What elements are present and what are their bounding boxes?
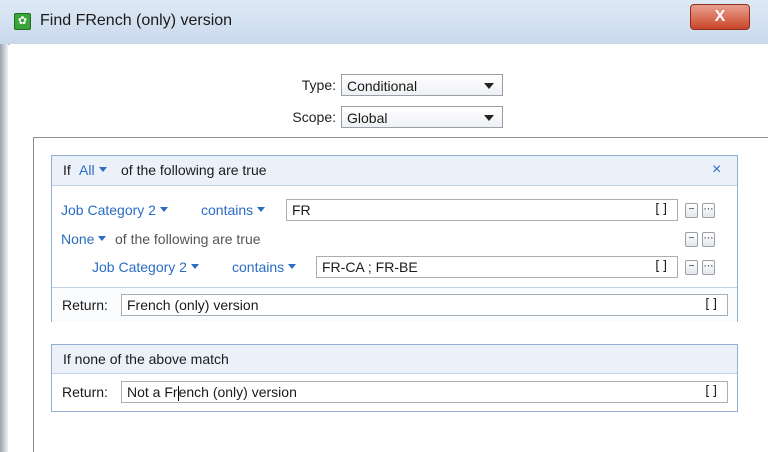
- return-value-text-after-caret: ench (only) version: [178, 384, 297, 400]
- return-label: Return:: [62, 297, 108, 313]
- rule-value-input[interactable]: FR []: [286, 199, 678, 221]
- type-select[interactable]: Conditional: [341, 74, 503, 96]
- return-value-text: French (only) version: [127, 297, 259, 313]
- field-value: Job Category 2: [92, 259, 187, 275]
- quantifier-dropdown[interactable]: All: [79, 162, 109, 178]
- scope-label: Scope:: [292, 109, 336, 125]
- operator-dropdown[interactable]: contains: [201, 202, 267, 218]
- expression-icon[interactable]: []: [653, 257, 669, 277]
- chevron-down-icon: [98, 166, 107, 172]
- chevron-down-icon: [190, 263, 199, 269]
- return-label: Return:: [62, 384, 108, 400]
- nested-group-header: None of the following are true − ⋯: [52, 226, 737, 250]
- title-bar: ✿ Find FRench (only) version X: [0, 0, 768, 45]
- type-select-value: Conditional: [347, 78, 418, 94]
- rule-value-input[interactable]: FR-CA ; FR-BE []: [316, 256, 678, 278]
- more-options-button[interactable]: ⋯: [702, 232, 715, 247]
- condition-header-suffix: of the following are true: [121, 162, 267, 178]
- rule-value-text: FR: [292, 202, 311, 218]
- gear-icon: ✿: [14, 13, 31, 30]
- fallback-return-input[interactable]: Not a French (only) version []: [121, 381, 728, 403]
- chevron-down-icon: [288, 263, 297, 269]
- field-dropdown[interactable]: Job Category 2: [61, 202, 170, 218]
- fallback-return-row: Return: Not a French (only) version []: [52, 374, 737, 411]
- nested-rule-row: Job Category 2 contains FR-CA ; FR-BE []…: [52, 253, 737, 278]
- return-value-text-before-caret: Not a Fr: [127, 384, 178, 400]
- more-options-button[interactable]: ⋯: [702, 260, 715, 275]
- nested-header-suffix: of the following are true: [115, 231, 261, 247]
- rule-row: Job Category 2 contains FR [] − ⋯: [52, 199, 737, 223]
- rule-value-text: FR-CA ; FR-BE: [322, 259, 418, 275]
- window-left-edge: [0, 44, 8, 452]
- condition-block: If All of the following are true × Job C…: [51, 155, 738, 322]
- chevron-down-icon: [484, 83, 494, 89]
- field-dropdown[interactable]: Job Category 2: [92, 259, 201, 275]
- fallback-header-text: If none of the above match: [63, 351, 229, 367]
- operator-value: contains: [232, 259, 285, 275]
- quantifier-value: All: [79, 162, 95, 178]
- more-options-button[interactable]: ⋯: [702, 203, 715, 218]
- close-button[interactable]: X: [690, 4, 750, 30]
- remove-group-button[interactable]: −: [685, 232, 698, 247]
- remove-block-button[interactable]: ×: [712, 161, 721, 179]
- remove-rule-button[interactable]: −: [685, 260, 698, 275]
- scope-select-value: Global: [347, 110, 388, 126]
- fallback-block: If none of the above match Return: Not a…: [51, 344, 738, 412]
- fallback-header: If none of the above match: [52, 345, 737, 374]
- return-value-input[interactable]: French (only) version []: [121, 294, 728, 316]
- remove-rule-button[interactable]: −: [685, 203, 698, 218]
- nested-quantifier-dropdown[interactable]: None: [61, 231, 108, 247]
- type-label: Type:: [301, 77, 336, 93]
- condition-header-prefix: If: [63, 162, 71, 178]
- nested-quantifier-value: None: [61, 231, 95, 247]
- window-title: Find FRench (only) version: [40, 12, 233, 29]
- chevron-down-icon: [98, 235, 107, 241]
- chevron-down-icon: [257, 206, 266, 212]
- scope-select[interactable]: Global: [341, 106, 503, 128]
- field-value: Job Category 2: [61, 202, 156, 218]
- chevron-down-icon: [159, 206, 168, 212]
- operator-value: contains: [201, 202, 254, 218]
- expression-icon[interactable]: []: [703, 295, 719, 315]
- condition-header: If All of the following are true ×: [52, 156, 737, 186]
- chevron-down-icon: [484, 115, 494, 121]
- expression-icon[interactable]: []: [703, 382, 719, 402]
- expression-icon[interactable]: []: [653, 200, 669, 220]
- operator-dropdown[interactable]: contains: [232, 259, 298, 275]
- return-row: Return: French (only) version []: [52, 287, 737, 322]
